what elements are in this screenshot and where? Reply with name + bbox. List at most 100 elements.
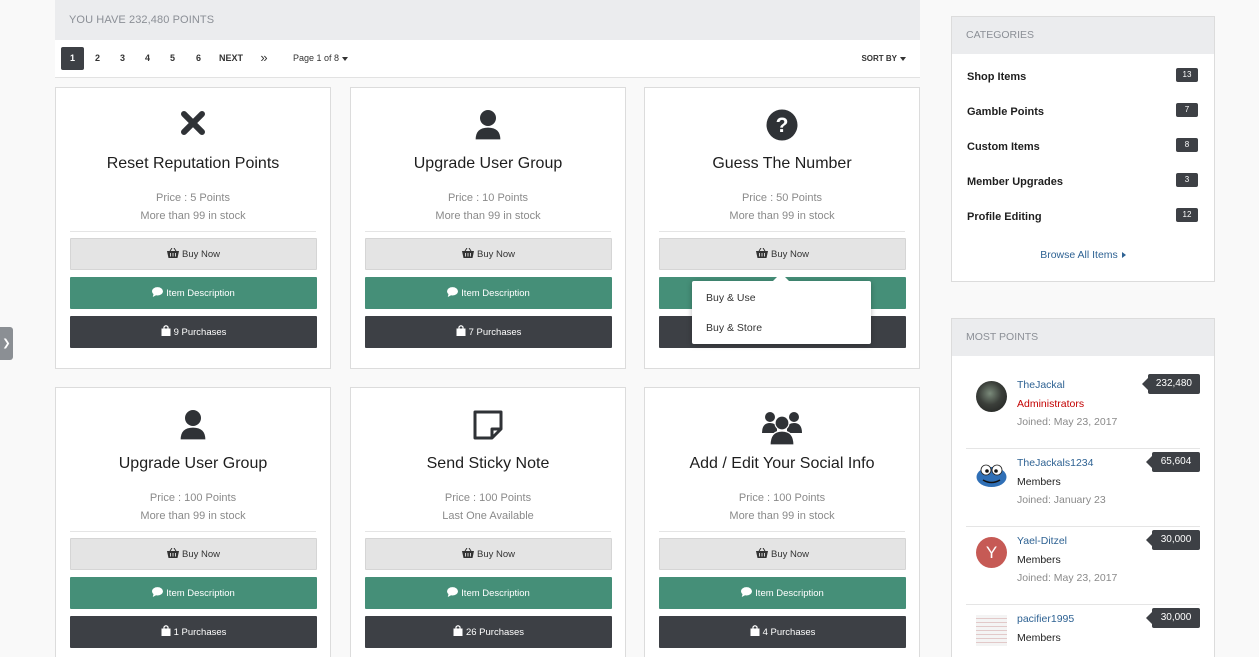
item-description-button[interactable]: Item Description — [70, 277, 317, 309]
category-shop-items[interactable]: Shop Items 13 — [967, 68, 1199, 88]
item-description-button[interactable]: Item Description — [659, 577, 906, 609]
category-name: Gamble Points — [967, 106, 1045, 118]
item-description-label: Item Description — [461, 587, 530, 599]
member-name-link[interactable]: Yael-Ditzel — [1017, 535, 1067, 547]
category-name: Member Upgrades — [967, 176, 1063, 188]
member-row: TheJackal Administrators Joined: May 23,… — [966, 371, 1200, 449]
item-description-button[interactable]: Item Description — [70, 577, 317, 609]
page-5-button[interactable]: 5 — [161, 47, 184, 70]
comment-icon — [447, 286, 459, 300]
member-group: Members — [1017, 632, 1061, 644]
purchases-button[interactable]: 4 Purchases — [659, 616, 906, 648]
item-price: Price : 100 Points — [444, 492, 532, 504]
page-of-label: Page 1 of 8 — [293, 53, 340, 63]
close-icon — [56, 109, 330, 137]
shopping-bag-icon — [750, 625, 760, 639]
member-row: pacifier1995 Members 30,000 — [966, 605, 1200, 657]
member-name-link[interactable]: pacifier1995 — [1017, 613, 1074, 625]
item-stock: More than 99 in stock — [729, 510, 835, 522]
item-price: Price : 100 Points — [738, 492, 826, 504]
next-page-button[interactable]: NEXT — [216, 47, 246, 70]
item-description-button[interactable]: Item Description — [365, 277, 612, 309]
pagination-bar: 1 2 3 4 5 6 NEXT » Page 1 of 8 SORT BY — [55, 40, 920, 78]
comment-icon — [741, 586, 753, 600]
purchases-label: 9 Purchases — [173, 326, 227, 338]
divider — [70, 231, 316, 232]
member-points-badge: 30,000 — [1146, 608, 1200, 628]
member-points-badge: 65,604 — [1146, 452, 1200, 472]
basket-icon — [166, 547, 179, 561]
member-name-link[interactable]: TheJackal — [1017, 379, 1065, 391]
comment-icon — [152, 586, 164, 600]
category-gamble-points[interactable]: Gamble Points 7 — [967, 103, 1199, 123]
category-count-badge: 12 — [1176, 208, 1198, 222]
purchases-button[interactable]: 1 Purchases — [70, 616, 317, 648]
category-profile-editing[interactable]: Profile Editing 12 — [967, 208, 1199, 228]
item-title: Upgrade User Group — [118, 455, 268, 472]
avatar[interactable]: Y — [976, 537, 1007, 568]
user-icon — [56, 409, 330, 441]
points-balance-bar: YOU HAVE 232,480 POINTS — [55, 0, 920, 40]
page-jump-dropdown[interactable]: Page 1 of 8 — [293, 47, 349, 70]
most-points-title: MOST POINTS — [952, 319, 1214, 356]
shop-item-card-upgrade-user-group: Upgrade User Group Price : 10 Points More … — [350, 87, 626, 369]
page-6-button[interactable]: 6 — [187, 47, 210, 70]
sidebar-toggle-tab[interactable]: ❯ — [0, 327, 13, 360]
categories-title: CATEGORIES — [952, 17, 1214, 54]
member-group: Administrators — [1017, 398, 1085, 410]
purchases-label: 1 Purchases — [173, 626, 227, 638]
item-price: Price : 10 Points — [447, 192, 529, 204]
member-joined: Joined: January 23 — [1017, 494, 1106, 506]
page-1-button[interactable]: 1 — [61, 47, 84, 70]
item-description-button[interactable]: Item Description — [365, 577, 612, 609]
shopping-bag-icon — [161, 325, 171, 339]
divider — [365, 231, 611, 232]
buy-now-button[interactable]: Buy Now — [365, 238, 612, 270]
shopping-bag-icon — [453, 625, 463, 639]
purchases-button[interactable]: 26 Purchases — [365, 616, 612, 648]
purchases-button[interactable]: 9 Purchases — [70, 316, 317, 348]
buy-and-store-option[interactable]: Buy & Store — [706, 322, 762, 334]
buy-now-label: Buy Now — [476, 248, 515, 260]
last-page-icon[interactable]: » — [256, 47, 272, 70]
buy-and-use-option[interactable]: Buy & Use — [706, 292, 756, 304]
category-count-badge: 8 — [1176, 138, 1198, 152]
buy-now-label: Buy Now — [770, 548, 809, 560]
buy-options-menu: Buy & Use Buy & Store — [692, 273, 871, 344]
avatar[interactable] — [976, 615, 1007, 646]
member-name-link[interactable]: TheJackals1234 — [1017, 457, 1093, 469]
chevron-right-icon: ❯ — [2, 338, 11, 349]
browse-all-items-link[interactable]: Browse All Items — [952, 249, 1214, 261]
buy-now-button[interactable]: Buy Now — [365, 538, 612, 570]
sort-by-dropdown[interactable]: SORT BY — [861, 47, 906, 70]
shopping-bag-icon — [161, 625, 171, 639]
item-title: Upgrade User Group — [413, 155, 563, 172]
page-2-button[interactable]: 2 — [86, 47, 109, 70]
most-points-panel: MOST POINTS TheJackal Administrators Joi… — [951, 318, 1215, 657]
buy-now-label: Buy Now — [181, 248, 220, 260]
page-3-button[interactable]: 3 — [111, 47, 134, 70]
buy-now-button[interactable]: Buy Now — [659, 238, 906, 270]
buy-now-button[interactable]: Buy Now — [659, 538, 906, 570]
basket-icon — [755, 247, 768, 261]
item-description-label: Item Description — [755, 587, 824, 599]
item-title: Reset Reputation Points — [106, 155, 280, 172]
caret-down-icon — [342, 56, 349, 61]
page-4-button[interactable]: 4 — [136, 47, 159, 70]
user-icon — [351, 109, 625, 141]
category-count-badge: 3 — [1176, 173, 1198, 187]
users-icon — [645, 409, 919, 445]
avatar[interactable] — [976, 381, 1007, 412]
member-joined: Joined: May 23, 2017 — [1017, 416, 1118, 428]
avatar[interactable] — [976, 459, 1007, 490]
buy-now-button[interactable]: Buy Now — [70, 238, 317, 270]
item-price: Price : 100 Points — [149, 492, 237, 504]
basket-icon — [755, 547, 768, 561]
category-custom-items[interactable]: Custom Items 8 — [967, 138, 1199, 158]
category-count-badge: 13 — [1176, 68, 1198, 82]
buy-now-button[interactable]: Buy Now — [70, 538, 317, 570]
comment-icon — [447, 586, 459, 600]
member-group: Members — [1017, 476, 1061, 488]
purchases-button[interactable]: 7 Purchases — [365, 316, 612, 348]
category-member-upgrades[interactable]: Member Upgrades 3 — [967, 173, 1199, 193]
